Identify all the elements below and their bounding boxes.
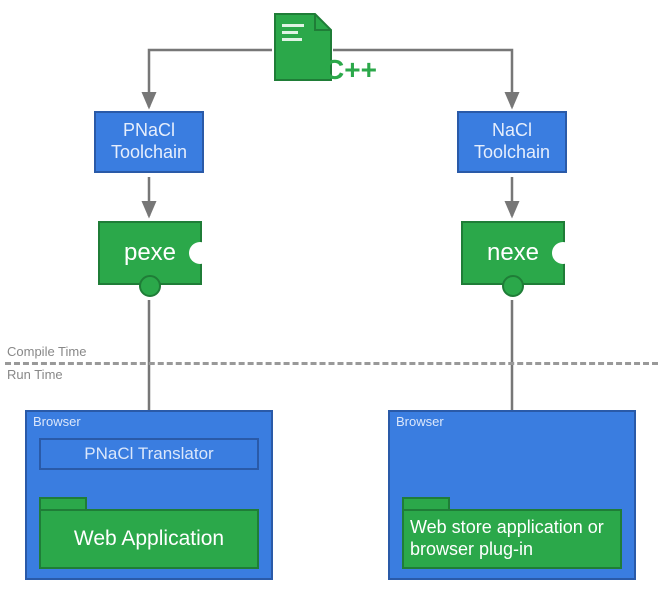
web-application-box: Web Application xyxy=(39,509,259,569)
pexe-label: pexe xyxy=(124,239,176,267)
browser-label-left: Browser xyxy=(33,414,81,429)
cpp-language-label: C++ xyxy=(324,54,377,86)
nacl-toolchain-label: NaCl Toolchain xyxy=(459,120,565,163)
run-time-label: Run Time xyxy=(7,367,63,382)
nexe-label: nexe xyxy=(487,239,539,267)
pnacl-toolchain-box: PNaCl Toolchain xyxy=(94,111,204,173)
webstore-app-box: Web store application or browser plug-in xyxy=(402,509,622,569)
nexe-artifact: nexe xyxy=(461,221,565,285)
web-application-label: Web Application xyxy=(74,527,224,551)
pnacl-translator-label: PNaCl Translator xyxy=(84,444,213,464)
pnacl-translator-box: PNaCl Translator xyxy=(39,438,259,470)
phase-divider xyxy=(5,362,658,365)
browser-container-right: Browser Web store application or browser… xyxy=(388,410,636,580)
webstore-app-label: Web store application or browser plug-in xyxy=(410,517,614,560)
nacl-toolchain-box: NaCl Toolchain xyxy=(457,111,567,173)
browser-container-left: Browser PNaCl Translator Web Application xyxy=(25,410,273,580)
pexe-artifact: pexe xyxy=(98,221,202,285)
compile-time-label: Compile Time xyxy=(7,344,86,359)
browser-label-right: Browser xyxy=(396,414,444,429)
pnacl-toolchain-label: PNaCl Toolchain xyxy=(96,120,202,163)
